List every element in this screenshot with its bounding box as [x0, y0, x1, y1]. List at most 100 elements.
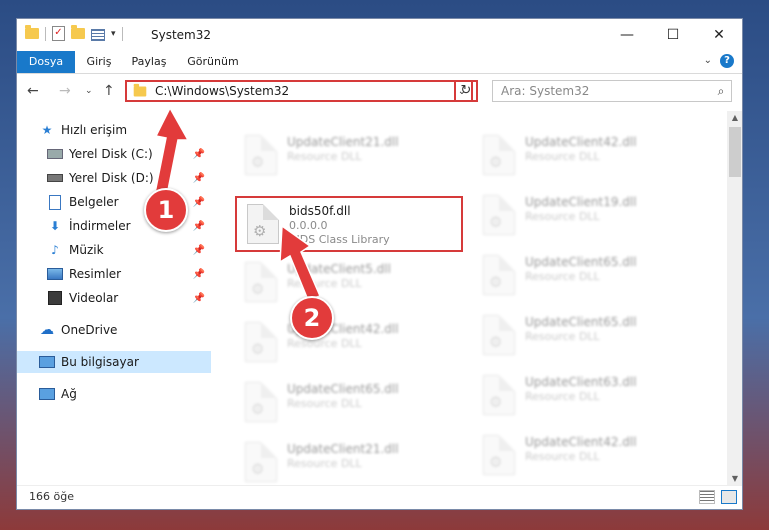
vertical-scrollbar[interactable]: ▲ ▼ — [727, 111, 742, 485]
pin-icon[interactable]: 📌 — [193, 149, 205, 160]
search-icon[interactable]: ⌕ — [711, 84, 731, 99]
file-item[interactable]: ⚙ UpdateClient65.dll Resource DLL — [235, 376, 465, 432]
step-2-badge: 2 — [290, 296, 334, 340]
file-item[interactable]: ⚙ UpdateClient19.dll Resource DLL — [473, 189, 703, 245]
music-icon: ♪ — [51, 243, 59, 257]
sidebar-item-label: Videolar — [69, 291, 119, 305]
dll-file-icon: ⚙ — [481, 135, 517, 179]
new-folder-icon[interactable] — [71, 25, 85, 39]
search-input[interactable]: Ara: System32 — [493, 84, 711, 98]
ribbon-expand-icon[interactable]: ⌄ — [704, 55, 712, 66]
dll-file-icon: ⚙ — [481, 315, 517, 359]
tab-view[interactable]: Görünüm — [179, 51, 247, 73]
maximize-button[interactable]: ☐ — [650, 19, 696, 51]
dll-file-icon: ⚙ — [243, 322, 279, 366]
back-arrow-icon[interactable]: ← — [27, 83, 39, 99]
videos-icon — [47, 291, 63, 305]
file-item[interactable]: ⚙ UpdateClient65.dll Resource DLL — [473, 309, 703, 365]
minimize-button[interactable]: — — [604, 19, 650, 51]
pin-icon[interactable]: 📌 — [193, 293, 205, 304]
address-path[interactable]: C:\Windows\System32 — [155, 84, 453, 98]
sidebar-item-label: Bu bilgisayar — [61, 355, 139, 369]
item-count: 166 öğe — [29, 490, 74, 503]
sidebar-item-label: Yerel Disk (D:) — [69, 171, 154, 185]
network-icon — [39, 387, 55, 401]
scroll-thumb[interactable] — [729, 127, 741, 177]
sidebar-item-videos[interactable]: Videolar 📌 — [17, 287, 211, 309]
separator — [121, 26, 123, 41]
documents-icon — [47, 194, 63, 210]
sidebar-item-pictures[interactable]: Resimler 📌 — [17, 263, 211, 285]
dll-file-icon: ⚙ — [481, 195, 517, 239]
scroll-down-icon[interactable]: ▼ — [727, 474, 742, 483]
dll-file-icon: ⚙ — [481, 435, 517, 479]
drive-icon — [47, 171, 63, 185]
sidebar-item-label: Belgeler — [69, 195, 119, 209]
sidebar-item-disk-c[interactable]: Yerel Disk (C:) 📌 — [17, 143, 211, 165]
step-1-badge: 1 — [144, 188, 188, 232]
file-item[interactable]: ⚙ UpdateClient42.dll Resource DLL — [473, 429, 703, 485]
sidebar-item-disk-d[interactable]: Yerel Disk (D:) 📌 — [17, 167, 211, 189]
recent-chevron-icon[interactable]: ⌄ — [85, 86, 93, 96]
properties-check-icon[interactable]: ✓ — [52, 26, 65, 41]
pin-icon[interactable]: 📌 — [193, 173, 205, 184]
pin-icon[interactable]: 📌 — [193, 221, 205, 232]
sidebar-item-label: Resimler — [69, 267, 122, 281]
refresh-button[interactable]: ↻ — [454, 80, 478, 102]
file-item[interactable]: ⚙ UpdateClient63.dll Resource DLL — [473, 369, 703, 425]
dll-file-icon: ⚙ — [481, 375, 517, 419]
search-box[interactable]: Ara: System32 ⌕ — [492, 80, 732, 102]
sidebar-item-network[interactable]: Ağ — [17, 383, 211, 405]
folder-icon — [25, 25, 39, 39]
address-bar[interactable]: C:\Windows\System32 ⌄ — [125, 80, 473, 102]
file-item[interactable]: ⚙ UpdateClient42.dll Resource DLL — [473, 129, 703, 185]
drive-icon — [47, 147, 63, 161]
details-view-icon[interactable] — [699, 490, 715, 504]
help-icon[interactable]: ? — [720, 54, 734, 68]
computer-icon — [39, 355, 55, 369]
pin-icon[interactable]: 📌 — [193, 245, 205, 256]
properties-icon[interactable] — [91, 28, 105, 41]
ribbon-tabs: Dosya Giriş Paylaş Görünüm ⌄ ? — [17, 51, 742, 74]
dll-file-icon: ⚙ — [243, 442, 279, 485]
sidebar-item-this-pc[interactable]: Bu bilgisayar — [17, 351, 211, 373]
window-title: System32 — [151, 28, 212, 42]
tiles-view-icon[interactable] — [721, 490, 737, 504]
tab-file[interactable]: Dosya — [17, 51, 75, 73]
navigation-pane: ★ Hızlı erişim Yerel Disk (C:) 📌 Yerel D… — [17, 111, 211, 485]
forward-arrow-icon[interactable]: → — [59, 83, 71, 99]
file-version: 0.0.0.0 — [289, 219, 328, 232]
separator — [45, 26, 46, 41]
file-item[interactable]: ⚙ UpdateClient5.dll Resource DLL — [235, 256, 465, 312]
pin-icon[interactable]: 📌 — [193, 269, 205, 280]
scroll-up-icon[interactable]: ▲ — [727, 113, 742, 122]
star-icon: ★ — [41, 123, 53, 137]
explorer-window: ✓ ▾ System32 — ☐ ✕ Dosya Giriş Paylaş Gö… — [16, 18, 743, 510]
sidebar-item-label: OneDrive — [61, 323, 118, 337]
sidebar-item-music[interactable]: ♪ Müzik 📌 — [17, 239, 211, 261]
download-icon: ⬇ — [49, 219, 61, 233]
file-item[interactable]: ⚙ UpdateClient65.dll Resource DLL — [473, 249, 703, 305]
sidebar-item-onedrive[interactable]: ☁ OneDrive — [17, 319, 211, 341]
sidebar-item-label: Hızlı erişim — [61, 123, 128, 137]
sidebar-item-label: Yerel Disk (C:) — [69, 147, 153, 161]
up-arrow-icon[interactable]: ↑ — [103, 83, 115, 99]
close-button[interactable]: ✕ — [696, 19, 742, 51]
window-controls: — ☐ ✕ — [604, 19, 742, 51]
dll-file-icon: ⚙ — [481, 255, 517, 299]
tab-share[interactable]: Paylaş — [121, 51, 177, 73]
tab-home[interactable]: Giriş — [77, 51, 121, 73]
dll-file-icon: ⚙ — [243, 135, 279, 179]
sidebar-item-label: Müzik — [69, 243, 104, 257]
file-item[interactable]: ⚙ UpdateClient21.dll Resource DLL — [235, 436, 465, 485]
dll-file-icon: ⚙ — [243, 262, 279, 306]
file-list: ⚙ UpdateClient21.dll Resource DLL ⚙ bids5… — [213, 111, 727, 485]
file-item[interactable]: ⚙ UpdateClient42.dll Resource DLL — [235, 316, 465, 372]
pin-icon[interactable]: 📌 — [193, 197, 205, 208]
title-bar: ✓ ▾ System32 — ☐ ✕ — [17, 19, 742, 51]
dll-file-icon: ⚙ — [243, 382, 279, 426]
qat-customize-icon[interactable]: ▾ — [111, 29, 116, 39]
sidebar-item-quick-access[interactable]: ★ Hızlı erişim — [17, 119, 211, 141]
file-item-highlighted[interactable]: ⚙ bids50f.dll 0.0.0.0 BIDS Class Library — [235, 196, 463, 252]
file-item[interactable]: ⚙ UpdateClient21.dll Resource DLL — [235, 129, 465, 185]
